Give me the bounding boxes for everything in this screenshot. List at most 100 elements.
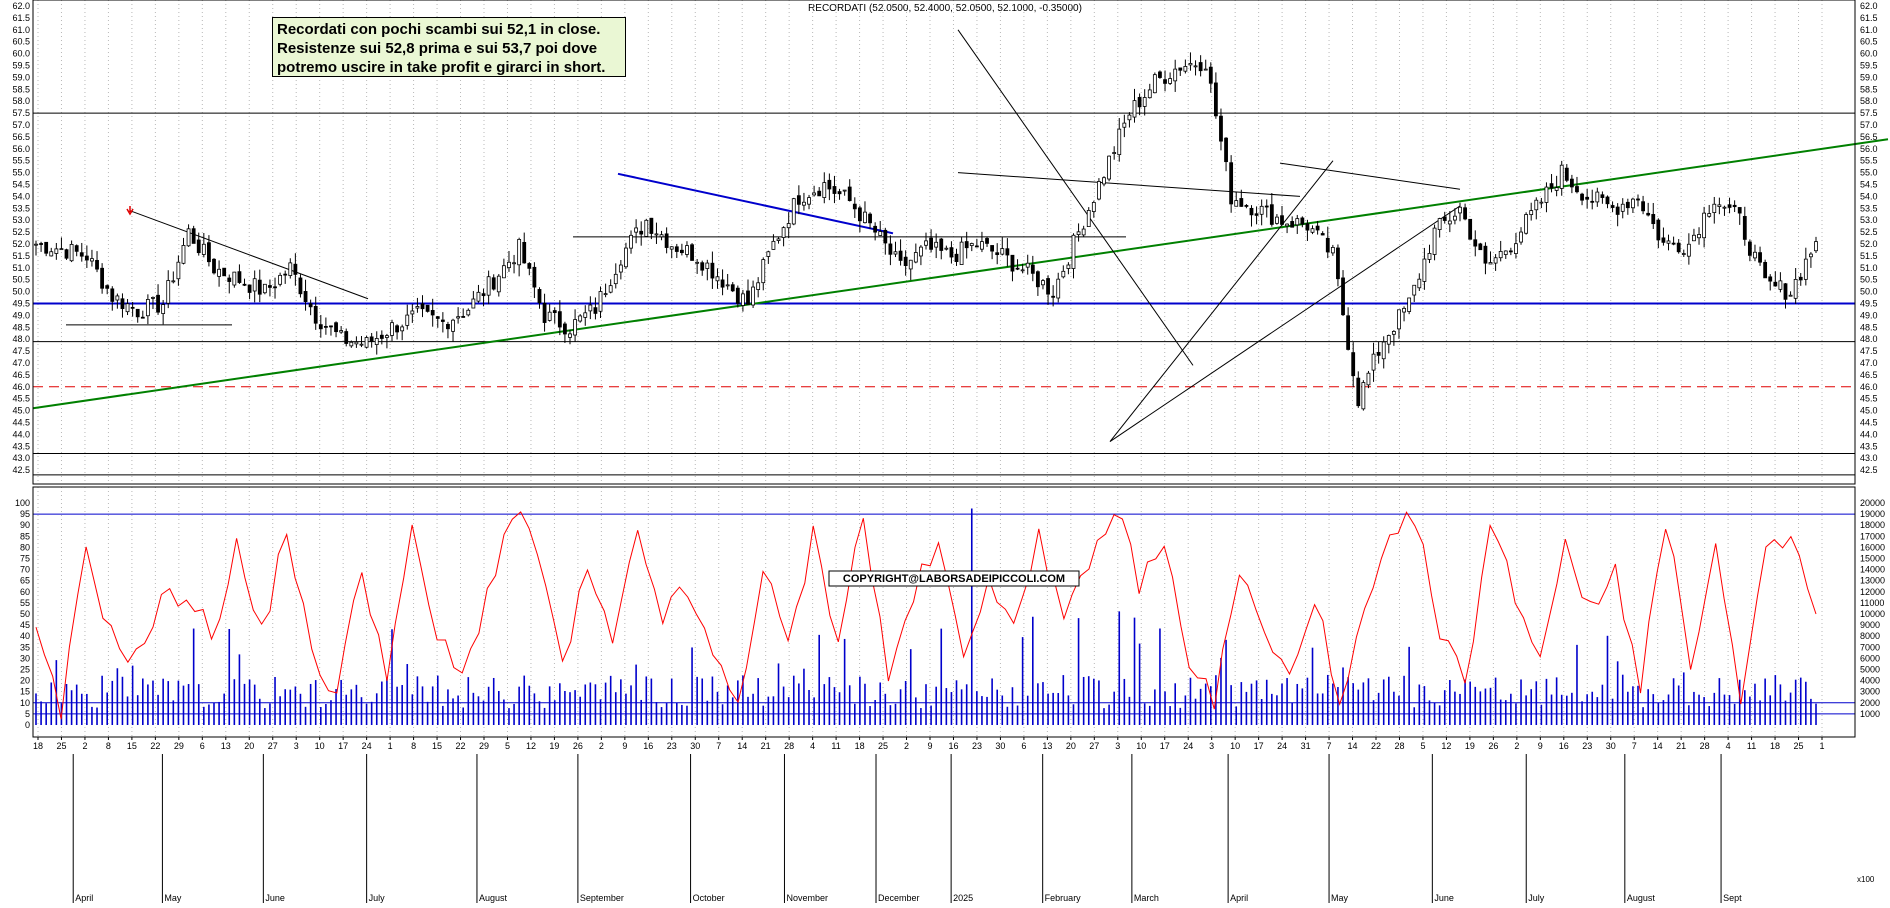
candle-body <box>1056 278 1061 299</box>
x-tick-label: 24 <box>1277 741 1287 751</box>
candle-body <box>334 322 338 333</box>
stock-chart: RECORDATI (52.0500, 52.4000, 52.0500, 52… <box>0 0 1890 903</box>
candle-body <box>59 248 64 251</box>
price-tick-label-right: 46.5 <box>1860 370 1878 380</box>
volume-tick-label: 11000 <box>1860 598 1884 608</box>
candle-body <box>974 245 979 248</box>
x-tick-label: 8 <box>411 741 416 751</box>
candle-body <box>1356 377 1361 407</box>
candle-body <box>1015 267 1020 270</box>
candle-body <box>242 283 247 286</box>
x-month-label: October <box>693 893 725 903</box>
x-tick-label: 25 <box>56 741 66 751</box>
candle-body <box>1269 204 1274 225</box>
candle-body <box>1158 71 1162 78</box>
candle-body <box>903 256 908 266</box>
candle-body <box>1361 382 1366 410</box>
candle-body <box>1046 278 1050 295</box>
price-tick-label-right: 49.5 <box>1860 299 1878 309</box>
candle-body <box>1346 315 1351 350</box>
price-tick-label-right: 61.0 <box>1860 25 1878 35</box>
x-month-label: July <box>1528 893 1545 903</box>
x-tick-label: 26 <box>1488 741 1498 751</box>
price-tick-label-left: 42.5 <box>12 465 30 475</box>
candle-body <box>924 240 928 246</box>
x-tick-label: 17 <box>1254 741 1264 751</box>
candle-body <box>1249 207 1254 216</box>
candle-body <box>120 298 125 309</box>
candle-body <box>761 259 766 284</box>
price-tick-label-right: 53.5 <box>1860 203 1878 213</box>
candle-body <box>1381 341 1386 360</box>
x-tick-label: 22 <box>456 741 466 751</box>
candle-body <box>913 252 918 263</box>
candle-body <box>1066 264 1071 269</box>
candle-body <box>486 276 491 296</box>
candle-body <box>1697 234 1701 239</box>
candle-body <box>1386 335 1391 345</box>
candle-body <box>410 310 415 315</box>
price-tick-label-left: 56.5 <box>12 132 30 142</box>
x-tick-label: 5 <box>1420 741 1425 751</box>
candle-body <box>1193 65 1198 68</box>
candle-body <box>186 228 191 247</box>
candle-body <box>379 334 384 339</box>
candle-body <box>54 248 59 254</box>
candle-body <box>1254 213 1259 216</box>
candle-body <box>1239 198 1244 207</box>
candle-body <box>969 243 974 246</box>
x-tick-label: 9 <box>927 741 932 751</box>
candle-body <box>1163 79 1167 84</box>
candle-body <box>1244 205 1249 207</box>
candle-body <box>954 253 959 263</box>
price-tick-label-right: 56.5 <box>1860 132 1878 142</box>
price-tick-label-left: 50.0 <box>12 287 30 297</box>
osc-tick-label: 45 <box>20 620 30 630</box>
x-tick-label: 30 <box>690 741 700 751</box>
candle-body <box>959 241 964 265</box>
candle-body <box>1081 228 1086 236</box>
price-tick-label-left: 43.0 <box>12 453 30 463</box>
candle-body <box>1564 167 1569 181</box>
x-tick-label: 22 <box>1371 741 1381 751</box>
x-tick-label: 9 <box>1538 741 1543 751</box>
candle-body <box>181 245 186 264</box>
candle-body <box>1514 243 1518 254</box>
x-month-label: 2025 <box>953 893 973 903</box>
candle-body <box>1625 201 1630 209</box>
x-tick-label: 26 <box>573 741 583 751</box>
candle-body <box>1107 155 1111 180</box>
candle-body <box>985 238 989 244</box>
candle-body <box>1463 207 1467 220</box>
candle-body <box>1427 252 1432 260</box>
candle-body <box>649 217 654 234</box>
candle-body <box>196 239 201 254</box>
candle-body <box>1213 82 1218 117</box>
candle-body <box>817 190 822 197</box>
candle-body <box>1661 237 1666 243</box>
x-month-label: August <box>1627 893 1656 903</box>
x-tick-label: 10 <box>1136 741 1146 751</box>
x-month-label: July <box>369 893 386 903</box>
candle-body <box>1778 280 1783 290</box>
price-tick-label-right: 56.0 <box>1860 144 1878 154</box>
x-month-label: May <box>164 893 182 903</box>
price-tick-label-left: 62.0 <box>12 1 30 11</box>
x-month-label: February <box>1045 893 1082 903</box>
price-tick-label-right: 55.5 <box>1860 156 1878 166</box>
candle-body <box>1569 178 1574 188</box>
price-tick-label-left: 55.5 <box>12 156 30 166</box>
candle-body <box>527 263 532 269</box>
price-tick-label-left: 49.0 <box>12 310 30 320</box>
candle-body <box>639 230 644 235</box>
candle-body <box>1615 206 1620 215</box>
candle-body <box>654 233 659 236</box>
price-tick-label-right: 61.5 <box>1860 13 1878 23</box>
candle-body <box>1275 216 1279 224</box>
candle-body <box>1417 278 1422 289</box>
candle-body <box>171 280 176 283</box>
candle-body <box>929 237 933 250</box>
candle-body <box>1763 261 1768 279</box>
x-tick-label: 2 <box>1514 741 1519 751</box>
candle-body <box>766 251 771 257</box>
